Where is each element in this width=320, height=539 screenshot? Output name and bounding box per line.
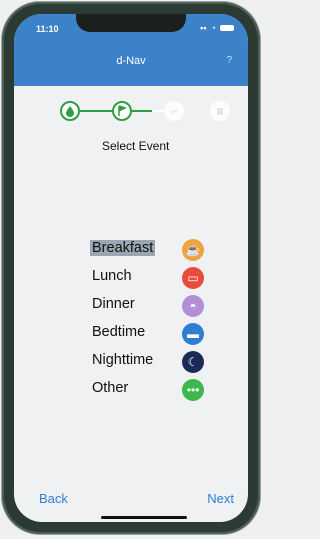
event-label: Dinner (92, 296, 135, 312)
event-label: Breakfast (90, 240, 156, 256)
device-notch (76, 14, 186, 32)
home-indicator (101, 516, 187, 519)
event-breakfast[interactable]: Breakfast ☕ (90, 236, 230, 264)
step-label: Select Event (102, 139, 170, 153)
back-button[interactable]: Back (39, 491, 68, 506)
event-bedtime[interactable]: Bedtime ▬ (90, 320, 230, 348)
step-connector (80, 110, 112, 112)
other-icon: ••• (182, 379, 204, 401)
step-connector (152, 110, 164, 112)
event-lunch[interactable]: Lunch ▭ (90, 264, 230, 292)
wifi-icon: ◔ (210, 23, 216, 33)
app-screen: 11:10 ▪︎▪︎ ◔ d-Nav ? Select Event Breakf… (14, 14, 248, 522)
dinner-icon: ◓ (182, 295, 204, 317)
event-nighttime[interactable]: Nighttime ☾ (90, 348, 230, 376)
help-button[interactable]: ? (226, 55, 232, 66)
page-title: d-Nav (116, 55, 146, 67)
event-list: Breakfast ☕ Lunch ▭ Dinner ◓ Bedtime ▬ N… (90, 236, 230, 404)
status-time: 11:10 (36, 24, 59, 34)
progress-stepper (60, 101, 230, 125)
check-icon (164, 101, 184, 121)
bedtime-icon: ▬ (182, 323, 204, 345)
phone-frame: 11:10 ▪︎▪︎ ◔ d-Nav ? Select Event Breakf… (2, 2, 260, 534)
event-label: Bedtime (92, 324, 146, 340)
event-label: Nighttime (92, 352, 154, 368)
event-label: Other (92, 380, 129, 396)
status-icons: ▪︎▪︎ ◔ (200, 23, 234, 33)
nighttime-icon: ☾ (182, 351, 204, 373)
header-bar: 11:10 ▪︎▪︎ ◔ d-Nav ? (14, 14, 248, 86)
signal-icon: ▪︎▪︎ (200, 23, 207, 33)
event-dinner[interactable]: Dinner ◓ (90, 292, 230, 320)
clipboard-icon (210, 101, 230, 121)
drop-icon (60, 101, 80, 121)
battery-icon (220, 25, 234, 31)
next-button[interactable]: Next (207, 491, 234, 506)
event-label: Lunch (92, 268, 132, 284)
event-other[interactable]: Other ••• (90, 376, 230, 404)
step-connector (132, 110, 152, 112)
lunch-icon: ▭ (182, 267, 204, 289)
flag-icon (112, 101, 132, 121)
breakfast-icon: ☕ (182, 239, 204, 261)
